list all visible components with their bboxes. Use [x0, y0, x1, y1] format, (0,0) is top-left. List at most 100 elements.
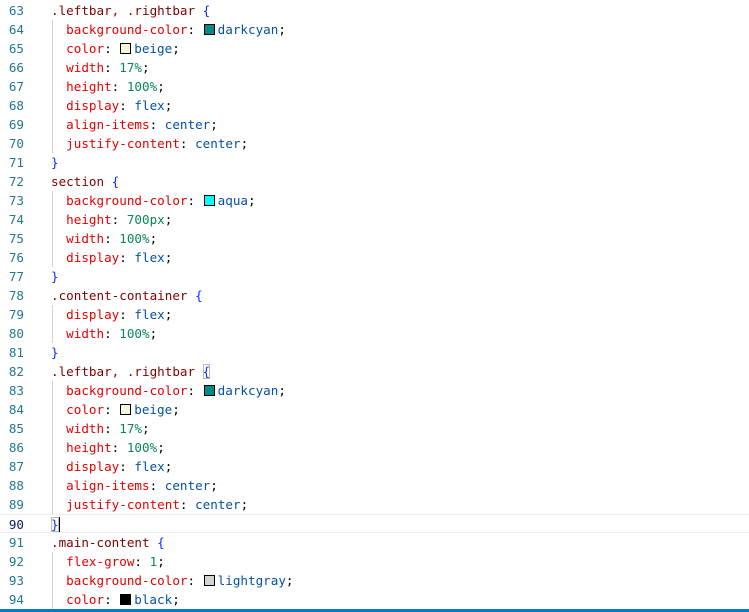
punctuation: : — [104, 592, 120, 607]
code-line[interactable]: 88 align-items: center; — [0, 476, 749, 495]
code-line[interactable]: 70 justify-content: center; — [0, 134, 749, 153]
code-text[interactable]: justify-content: center; — [51, 134, 248, 153]
code-line[interactable]: 74 height: 700px; — [0, 210, 749, 229]
code-line[interactable]: 84 color: beige; — [0, 400, 749, 419]
code-text[interactable]: width: 100%; — [51, 229, 157, 248]
color-swatch-icon[interactable] — [203, 24, 215, 35]
code-line[interactable]: 78 .content-container { — [0, 286, 749, 305]
color-swatch-icon[interactable] — [203, 385, 215, 396]
code-text[interactable]: background-color: darkcyan; — [51, 20, 286, 39]
code-line[interactable]: 77} — [0, 267, 749, 286]
color-swatch-icon[interactable] — [120, 594, 132, 605]
code-text[interactable]: width: 17%; — [51, 419, 149, 438]
code-text[interactable]: display: flex; — [51, 305, 172, 324]
code-line[interactable]: 71} — [0, 153, 749, 172]
code-line[interactable]: 83 background-color: darkcyan; — [0, 381, 749, 400]
code-text[interactable]: height: 700px; — [51, 210, 172, 229]
code-line[interactable]: 80 width: 100%; — [0, 324, 749, 343]
code-text[interactable]: background-color: darkcyan; — [51, 381, 286, 400]
code-line[interactable]: 76 display: flex; — [0, 248, 749, 267]
code-line[interactable]: 92 flex-grow: 1; — [0, 552, 749, 571]
css-selector: .leftbar, .rightbar — [51, 3, 196, 18]
punctuation: : — [104, 402, 120, 417]
punctuation: ; — [157, 79, 165, 94]
css-selector: .content-container — [51, 288, 188, 303]
text-cursor — [58, 517, 60, 532]
code-text[interactable]: align-items: center; — [51, 476, 218, 495]
code-text[interactable]: } — [51, 153, 59, 172]
code-line[interactable]: 67 height: 100%; — [0, 77, 749, 96]
code-line[interactable]: 94 color: black; — [0, 590, 749, 609]
line-number: 66 — [8, 60, 24, 75]
code-text[interactable]: display: flex; — [51, 96, 172, 115]
color-swatch-icon[interactable] — [203, 195, 215, 206]
css-number: 100% — [119, 326, 150, 341]
punctuation: : — [104, 231, 120, 246]
line-number: 78 — [8, 288, 24, 303]
code-text[interactable]: flex-grow: 1; — [51, 552, 165, 571]
code-line[interactable]: 91 .main-content { — [0, 533, 749, 552]
code-line[interactable]: 69 align-items: center; — [0, 115, 749, 134]
code-line[interactable]: 68 display: flex; — [0, 96, 749, 115]
css-property: background-color — [66, 383, 188, 398]
punctuation: ; — [157, 554, 165, 569]
punctuation: : — [104, 326, 120, 341]
css-property: color — [66, 41, 105, 56]
code-line[interactable]: 81} — [0, 343, 749, 362]
code-text[interactable]: } — [51, 343, 59, 362]
code-line[interactable]: 85 width: 17%; — [0, 419, 749, 438]
code-text[interactable]: height: 100%; — [51, 77, 165, 96]
color-swatch-icon[interactable] — [120, 43, 132, 54]
code-line[interactable]: 66 width: 17%; — [0, 58, 749, 77]
code-line[interactable]: 64 background-color: darkcyan; — [0, 20, 749, 39]
code-line[interactable]: 90} — [0, 514, 749, 533]
code-text[interactable]: background-color: aqua; — [51, 191, 255, 210]
code-line[interactable]: 73 background-color: aqua; — [0, 191, 749, 210]
indent-guide — [52, 191, 53, 267]
code-line[interactable]: 72 section { — [0, 172, 749, 191]
code-line[interactable]: 89 justify-content: center; — [0, 495, 749, 514]
punctuation — [51, 554, 66, 569]
color-swatch-icon[interactable] — [203, 575, 215, 586]
punctuation: ; — [149, 231, 158, 246]
css-property: width — [66, 231, 105, 246]
punctuation — [51, 326, 66, 341]
code-text[interactable]: .leftbar, .rightbar { — [51, 362, 211, 381]
code-line[interactable]: 79 display: flex; — [0, 305, 749, 324]
color-swatch-icon[interactable] — [120, 404, 132, 415]
code-text[interactable]: display: flex; — [51, 457, 172, 476]
code-editor[interactable]: 63 .leftbar, .rightbar {64 background-col… — [0, 0, 749, 609]
code-text[interactable]: .content-container { — [51, 286, 203, 305]
punctuation — [51, 136, 66, 151]
line-number: 69 — [8, 117, 24, 132]
code-text[interactable]: width: 100%; — [51, 324, 157, 343]
punctuation: ; — [164, 307, 173, 322]
code-text[interactable]: } — [51, 267, 59, 286]
code-text[interactable]: display: flex; — [51, 248, 172, 267]
code-text[interactable]: .main-content { — [51, 533, 165, 552]
code-text[interactable]: color: beige; — [51, 39, 180, 58]
code-text[interactable]: section { — [51, 172, 119, 191]
code-text[interactable]: align-items: center; — [51, 115, 218, 134]
line-number: 74 — [8, 212, 24, 227]
code-text[interactable]: } — [51, 515, 60, 534]
code-text[interactable]: height: 100%; — [51, 438, 165, 457]
code-text[interactable]: color: beige; — [51, 400, 180, 419]
code-line[interactable]: 93 background-color: lightgray; — [0, 571, 749, 590]
code-line[interactable]: 87 display: flex; — [0, 457, 749, 476]
code-text[interactable]: color: black; — [51, 590, 180, 609]
punctuation: ; — [149, 326, 158, 341]
code-line[interactable]: 65 color: beige; — [0, 39, 749, 58]
code-text[interactable]: background-color: lightgray; — [51, 571, 293, 590]
code-text[interactable]: .leftbar, .rightbar { — [51, 1, 210, 20]
code-line[interactable]: 75 width: 100%; — [0, 229, 749, 248]
punctuation: : — [119, 307, 135, 322]
code-line[interactable]: 82 .leftbar, .rightbar { — [0, 362, 749, 381]
css-number: 100% — [119, 231, 150, 246]
css-value: center — [195, 497, 241, 512]
code-text[interactable]: justify-content: center; — [51, 495, 248, 514]
css-value: beige — [134, 41, 173, 56]
code-line[interactable]: 86 height: 100%; — [0, 438, 749, 457]
code-text[interactable]: width: 17%; — [51, 58, 149, 77]
code-line[interactable]: 63 .leftbar, .rightbar { — [0, 1, 749, 20]
